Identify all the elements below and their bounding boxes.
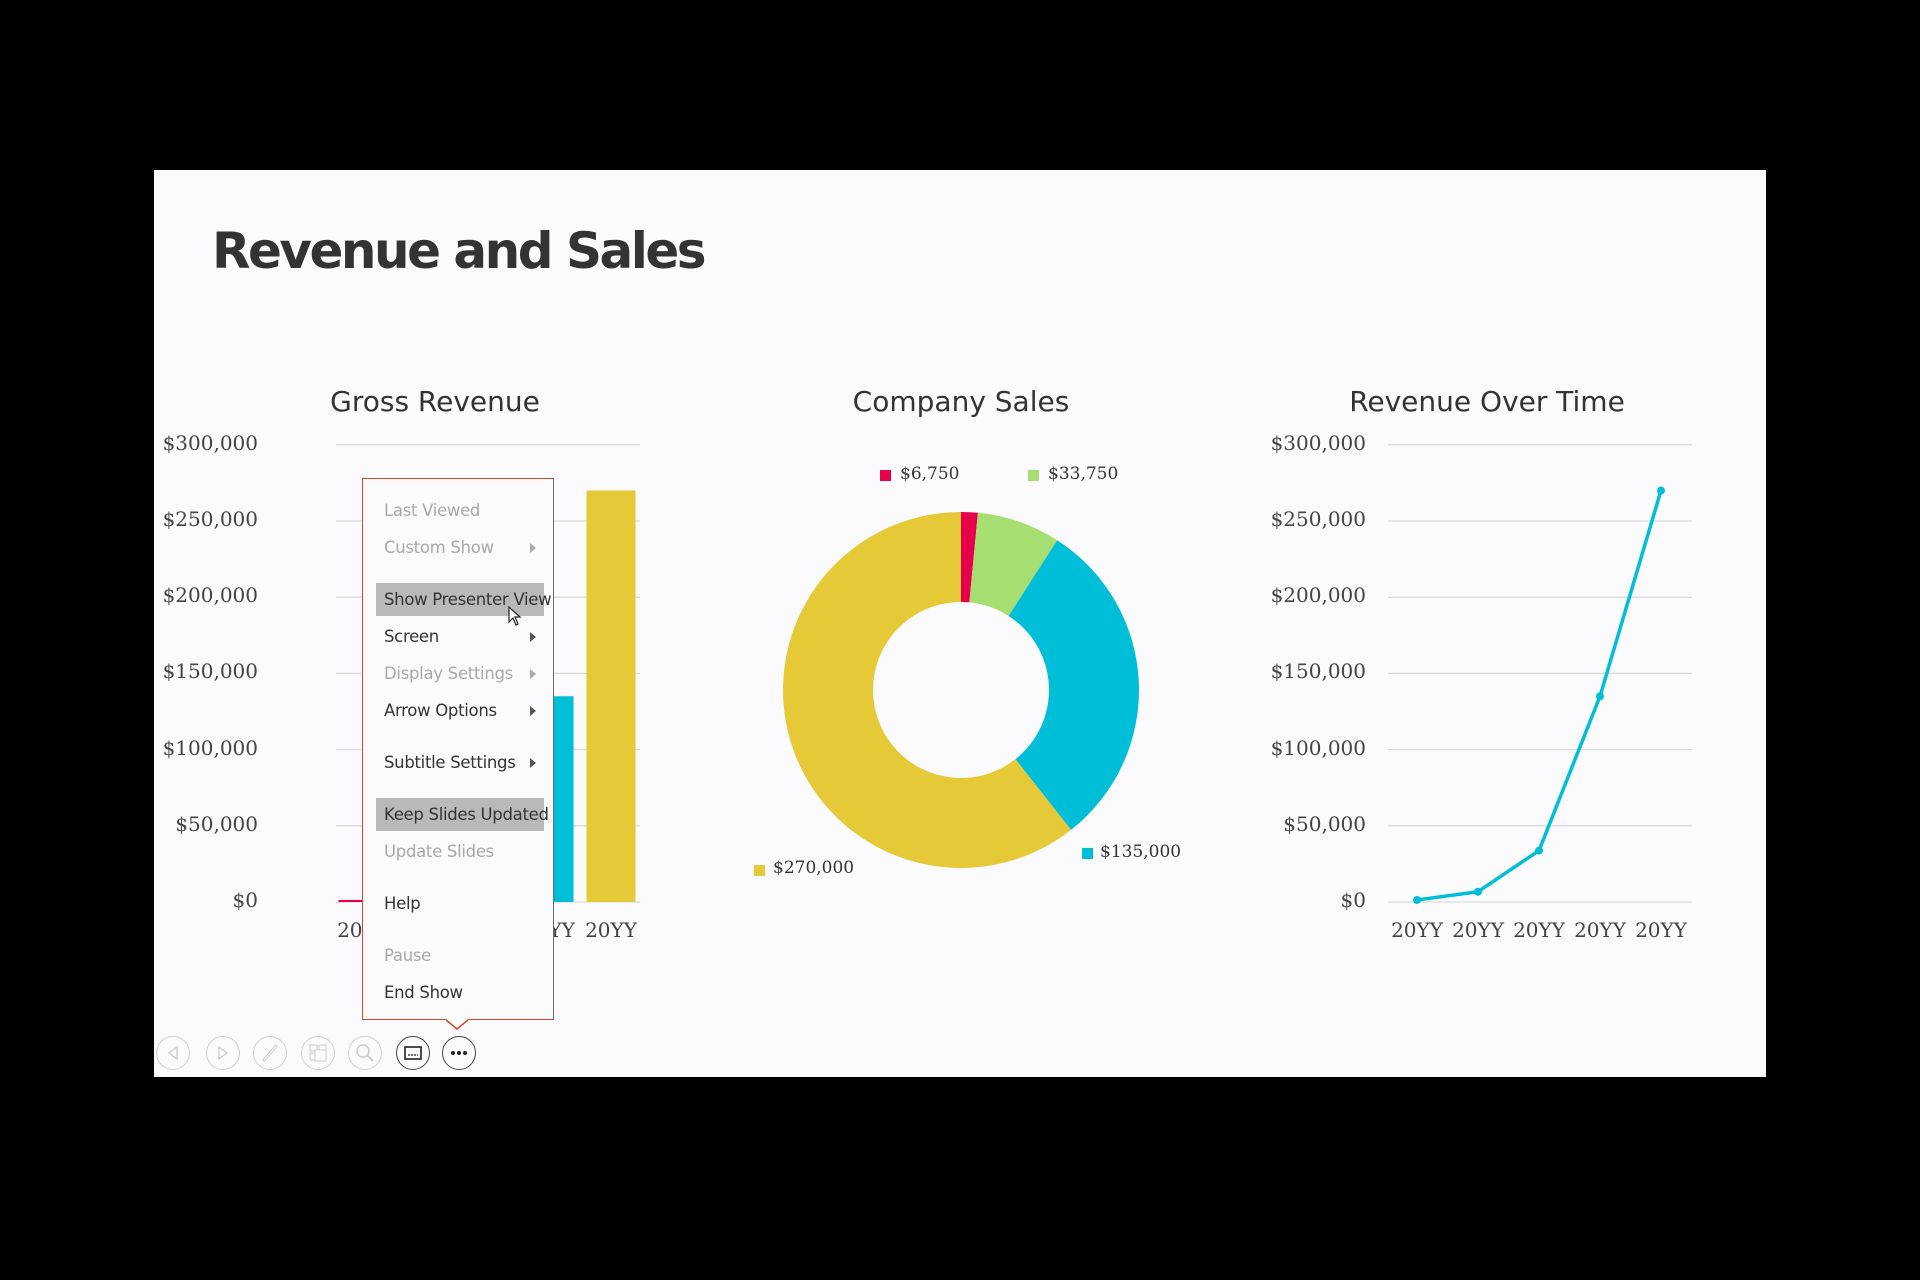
line-point-2 [1535, 846, 1543, 855]
submenu-arrow-icon [530, 705, 536, 716]
pen-icon [260, 1043, 280, 1063]
menu-item-label: Screen [384, 626, 439, 646]
menu-item-last-viewed: Last Viewed [376, 494, 544, 527]
menu-item-pause: Pause [376, 939, 544, 972]
menu-item-label: Display Settings [384, 663, 513, 683]
pen-tool-button[interactable] [253, 1036, 287, 1070]
menu-item-label: Pause [384, 945, 432, 965]
menu-item-custom-show: Custom Show [376, 531, 544, 564]
menu-item-label: Keep Slides Updated [384, 804, 549, 824]
menu-item-label: End Show [384, 982, 463, 1002]
menu-item-update-slides: Update Slides [376, 835, 544, 868]
menu-item-label: Custom Show [384, 537, 494, 557]
line-point-3 [1596, 692, 1604, 701]
ellipsis-icon [450, 1050, 468, 1056]
menu-item-display-settings: Display Settings [376, 657, 544, 690]
previous-slide-button[interactable] [156, 1036, 190, 1070]
menu-item-help[interactable]: Help [376, 887, 544, 920]
menu-item-label: Subtitle Settings [384, 752, 516, 772]
magnifier-icon [355, 1043, 375, 1063]
line-point-4 [1657, 486, 1665, 495]
menu-pointer-notch [446, 1019, 468, 1030]
menu-item-arrow-options[interactable]: Arrow Options [376, 694, 544, 727]
line-point-0 [1413, 895, 1421, 904]
menu-item-label: Arrow Options [384, 700, 497, 720]
submenu-arrow-icon [530, 542, 536, 553]
mouse-cursor-icon [508, 606, 522, 626]
submenu-arrow-icon [530, 668, 536, 679]
menu-item-label: Last Viewed [384, 500, 481, 520]
subtitles-button[interactable] [396, 1036, 430, 1070]
menu-item-label: Help [384, 893, 421, 913]
subtitles-icon [404, 1046, 422, 1060]
slides-grid-icon [308, 1043, 328, 1063]
line-point-1 [1474, 887, 1482, 896]
see-all-slides-button[interactable] [301, 1036, 335, 1070]
menu-item-subtitle-settings[interactable]: Subtitle Settings [376, 746, 544, 779]
triangle-right-icon [216, 1045, 230, 1061]
triangle-left-icon [166, 1045, 180, 1061]
menu-item-label: Update Slides [384, 841, 494, 861]
menu-item-keep-slides-updated[interactable]: Keep Slides Updated [376, 797, 549, 831]
zoom-button[interactable] [348, 1036, 382, 1070]
revenue-line [1416, 490, 1663, 902]
submenu-arrow-icon [530, 757, 536, 768]
more-options-button[interactable] [442, 1036, 476, 1070]
menu-item-end-show[interactable]: End Show [376, 976, 544, 1009]
slide: Revenue and Sales Gross Revenue $0 $50,00… [154, 170, 1766, 1077]
next-slide-button[interactable] [206, 1036, 240, 1070]
slideshow-context-menu: Last Viewed Custom Show Show Presenter Vie… [362, 478, 554, 1020]
submenu-arrow-icon [530, 631, 536, 642]
menu-item-label: Show Presenter View [384, 589, 552, 609]
